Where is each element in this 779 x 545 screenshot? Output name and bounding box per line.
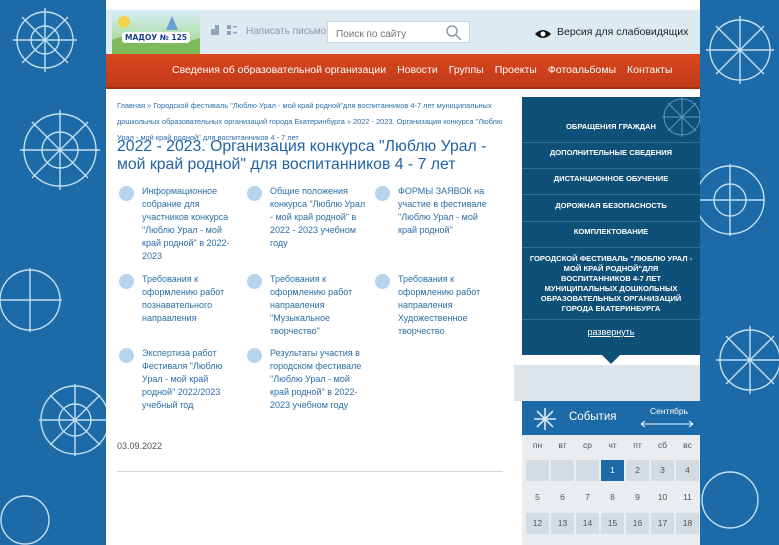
weekday-label: пн — [532, 440, 543, 450]
publish-date: 03.09.2022 — [117, 441, 163, 451]
list-item-link[interactable]: ФОРМЫ ЗАЯВОК на участие в фестивале "Люб… — [398, 185, 498, 237]
bullet-icon — [247, 348, 262, 363]
sidebar-spacer — [514, 365, 700, 401]
divider — [522, 142, 700, 143]
list-item-link[interactable]: Требования к оформлению работ направлени… — [398, 273, 498, 338]
nav-item-groups[interactable]: Группы — [449, 64, 484, 76]
list-item-link[interactable]: Информационное собрание для участников к… — [142, 185, 242, 263]
bookmarks-icon[interactable] — [226, 24, 240, 38]
eye-icon[interactable] — [534, 25, 552, 44]
calendar-day[interactable]: 6 — [551, 487, 574, 508]
weekday-label: чт — [608, 440, 617, 450]
calendar-day[interactable]: 12 — [526, 513, 549, 534]
top-bar: МАДОУ № 125 Написать письмо Версия для с… — [106, 10, 700, 54]
divider — [117, 471, 503, 472]
list-item-link[interactable]: Экспертиза работ Фестиваля "Люблю Урал -… — [142, 347, 242, 412]
bullet-icon — [375, 186, 390, 201]
sidebar-item-distance[interactable]: ДИСТАНЦИОННОЕ ОБУЧЕНИЕ — [528, 174, 694, 184]
calendar-title: События — [569, 411, 617, 423]
sidebar-item-festival[interactable]: ГОРОДСКОЙ ФЕСТИВАЛЬ "ЛЮБЛЮ УРАЛ - МОЙ КР… — [528, 254, 694, 314]
bullet-icon — [119, 348, 134, 363]
divider — [522, 221, 700, 222]
calendar-day-empty — [576, 460, 599, 481]
calendar-day[interactable]: 7 — [576, 487, 599, 508]
weekday-label: вс — [683, 440, 692, 450]
decorative-left-panel — [0, 0, 106, 545]
calendar-day[interactable]: 13 — [551, 513, 574, 534]
page-title: 2022 - 2023. Организация конкурса "Люблю… — [117, 138, 487, 173]
calendar-day-empty — [551, 460, 574, 481]
bullet-icon — [119, 274, 134, 289]
nav-item-about[interactable]: Сведения об образовательной организации — [172, 64, 386, 76]
sidebar-pointer — [602, 355, 620, 364]
expand-link[interactable]: развернуть — [522, 327, 700, 337]
nav-item-projects[interactable]: Проекты — [495, 64, 537, 76]
write-letter-link[interactable]: Написать письмо — [246, 26, 326, 37]
calendar-day[interactable]: 17 — [651, 513, 674, 534]
bullet-icon — [375, 274, 390, 289]
bullet-icon — [119, 186, 134, 201]
calendar-day[interactable]: 14 — [576, 513, 599, 534]
weekday-label: сб — [657, 440, 668, 450]
divider — [522, 168, 700, 169]
sidebar-menu: ОБРАЩЕНИЯ ГРАЖДАН ДОПОЛНИТЕЛЬНЫЕ СВЕДЕНИ… — [522, 97, 700, 355]
search-icon[interactable] — [445, 24, 463, 42]
calendar-day-today[interactable]: 1 — [601, 460, 624, 481]
site-logo[interactable]: МАДОУ № 125 — [112, 10, 200, 54]
bullet-icon — [247, 274, 262, 289]
bullet-icon — [247, 186, 262, 201]
calendar-day[interactable]: 8 — [601, 487, 624, 508]
decorative-right-panel — [700, 0, 779, 545]
calendar-day-empty — [526, 460, 549, 481]
list-item-link[interactable]: Результаты участия в городском фестивале… — [270, 347, 370, 412]
divider — [522, 194, 700, 195]
weekday-label: ср — [583, 440, 592, 450]
weekday-label: пт — [633, 440, 642, 450]
search-input[interactable] — [334, 24, 448, 45]
logo-text: МАДОУ № 125 — [122, 32, 191, 43]
calendar-day[interactable]: 5 — [526, 487, 549, 508]
weekday-label: вт — [558, 440, 567, 450]
calendar-grid: пн вт ср чт пт сб вс 1 2 3 4 5 6 7 8 9 1… — [522, 435, 700, 545]
calendar-header: События Сентябрь — [522, 401, 700, 435]
calendar-day[interactable]: 10 — [651, 487, 674, 508]
sidebar-item-appeals[interactable]: ОБРАЩЕНИЯ ГРАЖДАН — [528, 122, 694, 132]
divider — [522, 247, 700, 248]
main-nav: Сведения об образовательной организации … — [106, 54, 700, 89]
nav-item-photos[interactable]: Фотоальбомы — [548, 64, 616, 76]
page-content: МАДОУ № 125 Написать письмо Версия для с… — [106, 0, 700, 545]
calendar-day[interactable]: 18 — [676, 513, 699, 534]
month-arrows-icon[interactable] — [639, 418, 695, 432]
accessibility-version-link[interactable]: Версия для слабовидящих — [557, 26, 688, 38]
nav-item-contacts[interactable]: Контакты — [627, 64, 672, 76]
calendar-day[interactable]: 4 — [676, 460, 699, 481]
sidebar-item-road-safety[interactable]: ДОРОЖНАЯ БЕЗОПАСНОСТЬ — [528, 201, 694, 211]
calendar-day[interactable]: 11 — [676, 487, 699, 508]
calendar-day[interactable]: 2 — [626, 460, 649, 481]
sidebar-item-enrollment[interactable]: КОМПЛЕКТОВАНИЕ — [528, 227, 694, 237]
snowflake-icon — [534, 408, 556, 430]
sidebar-item-additional[interactable]: ДОПОЛНИТЕЛЬНЫЕ СВЕДЕНИЯ — [528, 148, 694, 158]
calendar-day[interactable]: 15 — [601, 513, 624, 534]
nav-item-news[interactable]: Новости — [397, 64, 438, 76]
list-item-link[interactable]: Требования к оформлению работ направлени… — [270, 273, 370, 338]
calendar-day[interactable]: 16 — [626, 513, 649, 534]
calendar-month[interactable]: Сентябрь — [650, 406, 688, 416]
calendar-day[interactable]: 9 — [626, 487, 649, 508]
sitemap-icon[interactable] — [209, 24, 223, 38]
calendar-day[interactable]: 3 — [651, 460, 674, 481]
list-item-link[interactable]: Общие положения конкурса "Люблю Урал - м… — [270, 185, 370, 250]
search-box — [327, 21, 470, 45]
divider — [522, 319, 700, 320]
list-item-link[interactable]: Требования к оформлению работ познавател… — [142, 273, 242, 325]
